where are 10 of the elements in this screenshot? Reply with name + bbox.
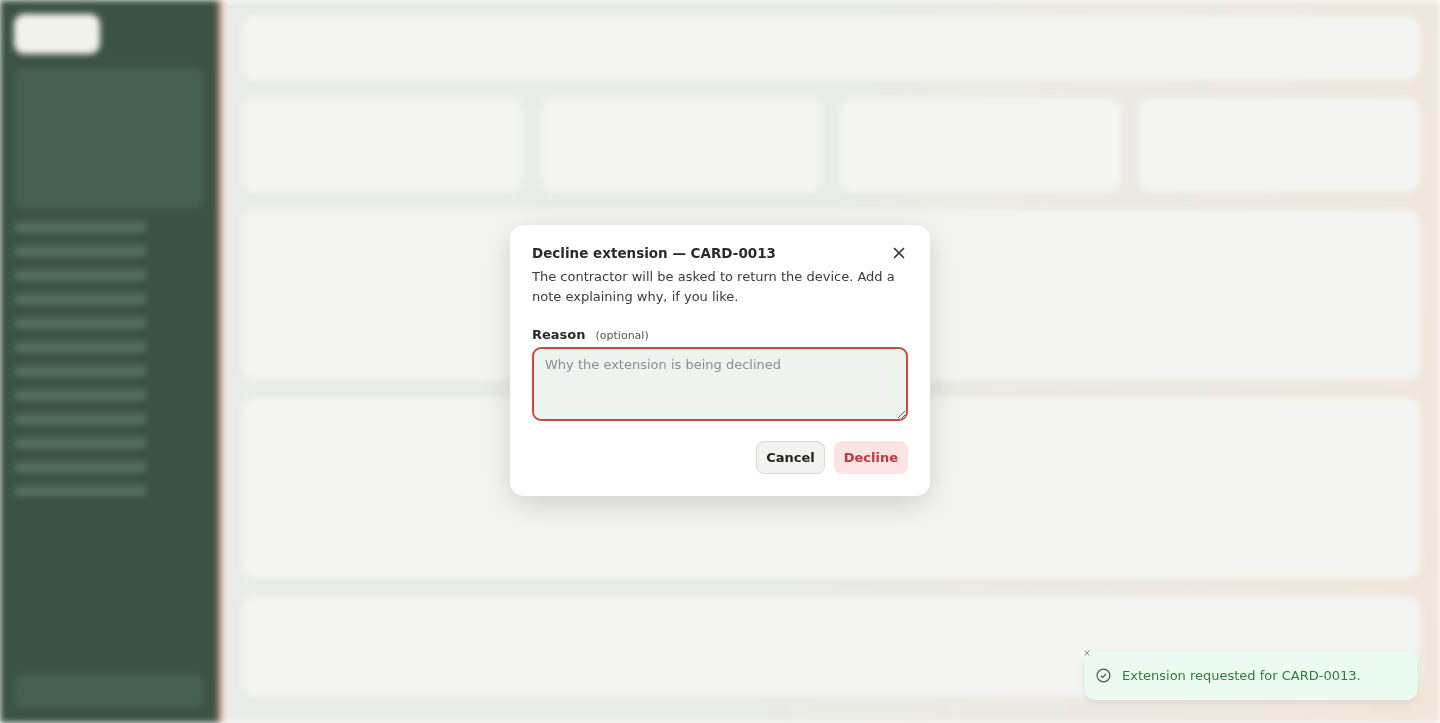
reason-field[interactable]: Why the extension is being declined [532,347,908,421]
check-circle-icon [1096,668,1111,683]
dialog-title: Decline extension — CARD-0013 [532,245,776,261]
field-label: Reason [532,327,586,342]
field-hint: (optional) [595,329,649,342]
close-icon[interactable] [893,247,905,259]
toast-message: Extension requested for CARD-0013. [1122,668,1361,683]
dialog-description: The contractor will be asked to return the device. Add a note explaining why, if you like. [532,268,896,306]
decline-button[interactable]: Decline [833,441,908,474]
cancel-button[interactable]: Cancel [756,441,825,474]
